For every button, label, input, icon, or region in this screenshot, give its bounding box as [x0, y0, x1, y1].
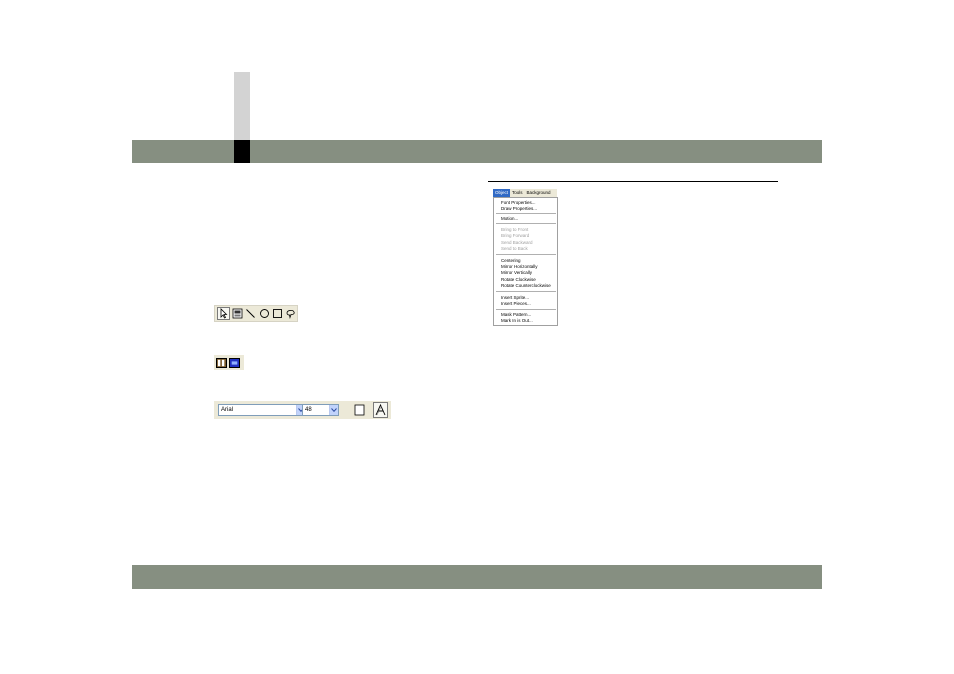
rectangle-icon — [272, 309, 282, 318]
menubar-object[interactable]: Object — [493, 189, 511, 197]
font-family-select[interactable]: Arial — [218, 404, 306, 416]
pattern-icon — [217, 359, 225, 366]
text-box-icon — [354, 404, 365, 416]
menu-item-rotate-clockwise[interactable]: Rotate Clockwise — [501, 277, 536, 282]
menu-item-font-properties[interactable]: Font Properties... — [501, 200, 536, 205]
menu-separator — [496, 254, 556, 255]
menu-separator — [496, 291, 556, 292]
menu-item-rotate-counterclockwise[interactable]: Rotate Counterclockwise — [501, 283, 551, 288]
object-menu: Font Properties... Draw Properties... Mo… — [493, 197, 558, 326]
footer-band — [132, 565, 822, 589]
sprite-tool-button[interactable] — [231, 307, 243, 320]
rectangle-tool-button[interactable] — [271, 307, 283, 320]
menu-separator — [496, 223, 556, 224]
chapter-tab-top — [234, 72, 250, 142]
line-tool-button[interactable] — [244, 307, 256, 320]
font-style-icon — [375, 403, 386, 416]
menu-item-send-backward[interactable]: Send Backward — [501, 240, 533, 245]
color-toolbar — [214, 355, 244, 370]
menu-separator — [496, 213, 556, 214]
pointer-tool-button[interactable] — [217, 307, 230, 320]
text-color-icon — [231, 360, 238, 365]
font-toolbar: Arial 48 — [214, 401, 391, 419]
menu-item-insert-pieces[interactable]: Insert Pieces... — [501, 301, 531, 306]
menu-separator — [496, 309, 556, 310]
menubar: Object Tools Background — [493, 189, 557, 197]
pointer-icon — [220, 308, 228, 319]
background-color-swatch[interactable] — [229, 357, 240, 368]
menu-item-bring-to-front[interactable]: Bring to Front — [501, 227, 528, 232]
ellipse-tool-button[interactable] — [258, 307, 270, 320]
lasso-icon — [286, 310, 295, 319]
lasso-tool-button[interactable] — [285, 307, 297, 320]
menu-item-send-to-back[interactable]: Send to Back — [501, 246, 528, 251]
font-size-value: 48 — [305, 407, 312, 413]
menu-item-bring-forward[interactable]: Bring Forward — [501, 233, 529, 238]
menu-item-draw-properties[interactable]: Draw Properties... — [501, 206, 537, 211]
foreground-color-swatch[interactable] — [216, 357, 227, 368]
menu-underline — [488, 181, 778, 182]
draw-toolbar — [214, 305, 298, 322]
line-icon — [246, 309, 255, 318]
menubar-tools[interactable]: Tools — [510, 189, 525, 197]
menubar-background[interactable]: Background — [525, 189, 553, 197]
text-box-button[interactable] — [354, 404, 365, 416]
font-size-select[interactable]: 48 — [302, 404, 339, 416]
menu-item-centering[interactable]: Centering — [501, 258, 521, 263]
text-style-button[interactable] — [373, 402, 388, 418]
ellipse-icon — [259, 309, 269, 318]
menu-item-mirror-horizontally[interactable]: Mirror Horizontally — [501, 264, 538, 269]
menu-item-mark-in-is-out[interactable]: Mark In is Out... — [501, 318, 533, 323]
chevron-down-icon[interactable] — [329, 405, 338, 415]
menu-item-mask-pattern[interactable]: Mask Pattern... — [501, 312, 531, 317]
chapter-tab-marker — [234, 140, 250, 163]
font-family-value: Arial — [221, 407, 234, 413]
menu-item-mirror-vertically[interactable]: Mirror Vertically — [501, 270, 532, 275]
menu-item-motion[interactable]: Motion... — [501, 216, 518, 221]
menu-item-insert-sprite[interactable]: Insert Sprite... — [501, 295, 529, 300]
sprite-icon — [232, 308, 243, 319]
